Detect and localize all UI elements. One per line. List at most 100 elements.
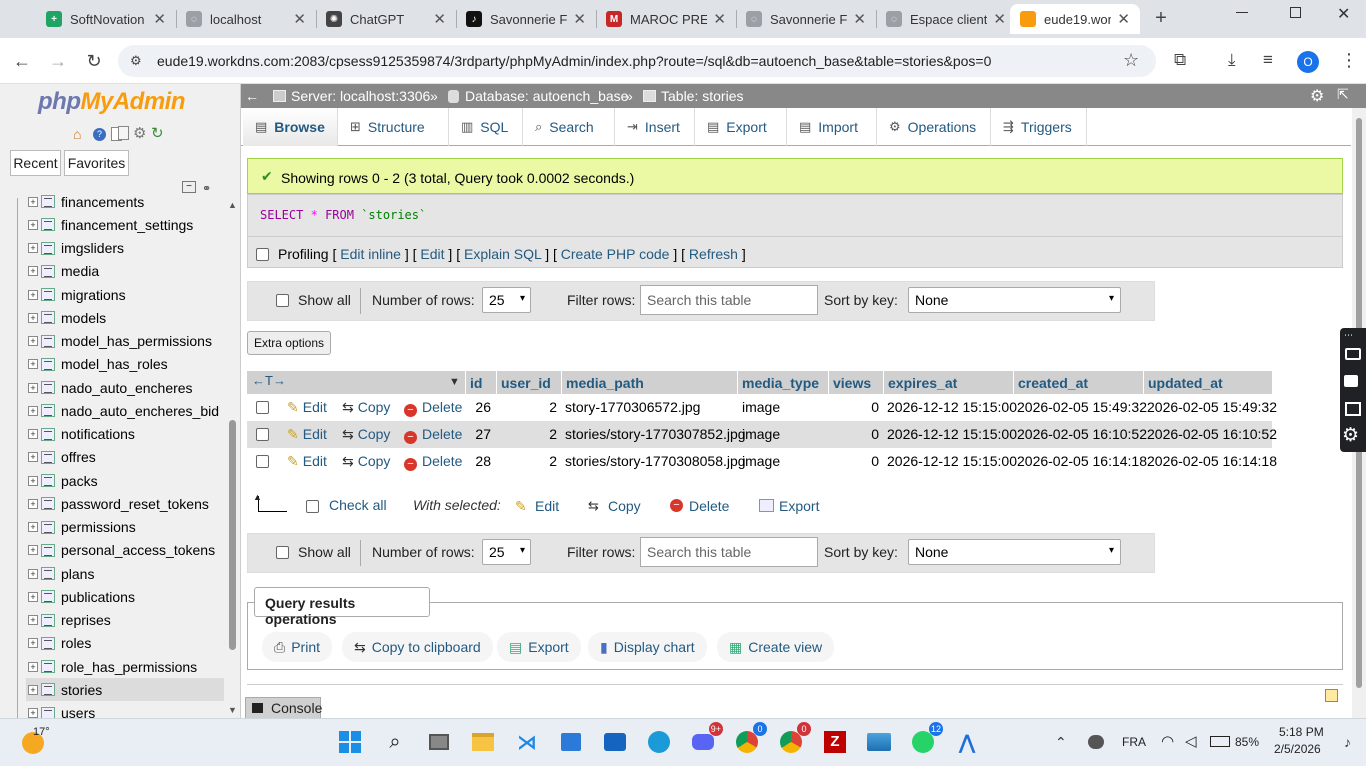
expand-icon[interactable]: + [28, 266, 38, 277]
row-checkbox[interactable] [256, 401, 269, 414]
table-name[interactable]: permissions [61, 519, 136, 535]
show-all-label[interactable]: Show all [298, 544, 351, 560]
scroll-up-arrow[interactable]: ▲ [228, 200, 237, 210]
filter-rows-input[interactable]: Search this table [640, 285, 818, 315]
phpmyadmin-logo[interactable]: phpMyAdmin [38, 88, 185, 116]
copy-icon[interactable] [118, 126, 129, 140]
app-icon[interactable]: ⋀ [950, 725, 984, 759]
cell-media-type[interactable]: image [742, 448, 780, 475]
download-icon[interactable]: ⤓ [1228, 50, 1236, 70]
browser-menu-icon[interactable]: ⋮ [1340, 50, 1358, 71]
clock-date[interactable]: 2/5/2026 [1274, 742, 1321, 756]
home-icon[interactable]: ⌂ [73, 126, 81, 142]
settings-icon[interactable]: ⚙ [133, 124, 146, 142]
close-tab-icon[interactable]: ✕ [573, 10, 586, 28]
filter-rows-input[interactable]: Search this table [640, 537, 818, 567]
explain-sql-link[interactable]: Explain SQL [464, 246, 541, 262]
breadcrumb-table[interactable]: Table: stories [661, 88, 743, 104]
settings-icon[interactable]: ⚙ [1342, 424, 1359, 447]
new-tab-button[interactable]: + [1150, 7, 1172, 29]
table-name[interactable]: stories [61, 682, 102, 698]
expand-icon[interactable]: + [28, 196, 38, 207]
table-tree-item[interactable]: + models [28, 306, 106, 329]
table-tree-item[interactable]: + model_has_permissions [28, 330, 212, 353]
input-language[interactable]: FRA [1122, 735, 1146, 749]
expand-icon[interactable]: + [28, 243, 38, 253]
search-icon[interactable]: ⌕ [378, 725, 412, 759]
close-tab-icon[interactable]: ✕ [153, 10, 166, 28]
refresh-link[interactable]: Refresh [689, 246, 738, 262]
row-edit-button[interactable]: ✎ Edit [287, 421, 327, 448]
close-tab-icon[interactable]: ✕ [1117, 10, 1130, 28]
sort-dropdown-icon[interactable]: ▼ [449, 376, 460, 388]
sort-by-key-select[interactable]: None ▾ [908, 287, 1121, 313]
extensions-icon[interactable]: ⧉ [1174, 50, 1186, 70]
table-name[interactable]: migrations [61, 287, 126, 303]
close-tab-icon[interactable]: ✕ [853, 10, 866, 28]
bulk-edit-button[interactable]: Edit [535, 498, 559, 514]
check-all-label[interactable]: Check all [329, 497, 387, 513]
cell-created-at[interactable]: 2026-02-05 15:49:32 [1017, 394, 1147, 421]
table-tree-item[interactable]: + financement_settings [28, 213, 193, 236]
table-name[interactable]: media [61, 263, 99, 279]
table-name[interactable]: financements [61, 194, 144, 210]
tab-triggers[interactable]: ⇶ Triggers [991, 108, 1087, 146]
expand-icon[interactable]: + [28, 289, 38, 300]
expand-icon[interactable]: + [28, 708, 38, 718]
favorites-tab[interactable]: Favorites [64, 150, 129, 176]
help-icon[interactable]: ? [93, 128, 106, 141]
tab-export[interactable]: ▤ Export [695, 108, 787, 146]
collapse-all-icon[interactable]: − [182, 181, 196, 193]
create-view-button[interactable]: ▦ Create view [717, 632, 835, 662]
url-text[interactable]: eude19.workdns.com:2083/cpsess9125359874… [157, 53, 991, 69]
expand-icon[interactable]: + [28, 359, 38, 370]
cell-id[interactable]: 27 [431, 421, 491, 448]
copy-to-clipboard-button[interactable]: ⇆ Copy to clipboard [342, 632, 493, 662]
row-copy-button[interactable]: ⇆ Copy [342, 448, 390, 475]
recent-tab[interactable]: Recent [10, 150, 61, 176]
row-copy-button[interactable]: ⇆ Copy [342, 394, 390, 421]
browser-tab[interactable]: + SoftNovation ✕ [36, 4, 176, 34]
cell-updated-at[interactable]: 2026-02-05 16:14:18 [1147, 448, 1277, 475]
media-control-icon[interactable]: ≡ [1263, 50, 1273, 70]
vscode-icon[interactable]: ⋊ [510, 725, 544, 759]
gear-icon[interactable]: ⚙ [1310, 86, 1324, 106]
column-header-created-at[interactable]: created_at [1013, 371, 1143, 395]
tab-operations[interactable]: ⚙ Operations [877, 108, 991, 146]
row-checkbox[interactable] [256, 455, 269, 468]
table-tree-item[interactable]: + financements [28, 190, 144, 213]
browser-tab[interactable]: ◌ Espace client ✕ [876, 4, 1016, 34]
expand-icon[interactable]: + [28, 638, 38, 649]
table-tree-item[interactable]: + reprises [28, 609, 111, 632]
row-edit-button[interactable]: ✎ Edit [287, 394, 327, 421]
bulk-copy-button[interactable]: Copy [608, 498, 641, 514]
close-tab-icon[interactable]: ✕ [433, 10, 446, 28]
table-tree-item[interactable]: + publications [28, 585, 135, 608]
table-name[interactable]: model_has_roles [61, 356, 168, 372]
cell-created-at[interactable]: 2026-02-05 16:10:52 [1017, 421, 1147, 448]
expand-icon[interactable]: + [28, 429, 38, 439]
row-edit-button[interactable]: ✎ Edit [287, 448, 327, 475]
cell-media-path[interactable]: story-1770306572.jpg [565, 394, 700, 421]
video-icon[interactable] [1344, 375, 1358, 387]
create-php-code-link[interactable]: Create PHP code [561, 246, 670, 262]
table-tree-item[interactable]: + migrations [28, 283, 126, 306]
minimize-button[interactable] [1236, 12, 1248, 13]
sql-query[interactable]: SELECT * FROM `stories` [260, 208, 426, 222]
row-copy-button[interactable]: ⇆ Copy [342, 421, 390, 448]
cell-views[interactable]: 0 [819, 394, 879, 421]
chrome-profile-icon[interactable]: 0 [774, 722, 811, 759]
table-tree-item[interactable]: + notifications [28, 423, 135, 446]
table-name[interactable]: password_reset_tokens [61, 496, 209, 512]
profile-avatar[interactable]: O [1297, 51, 1319, 73]
tray-app-icon[interactable] [1088, 735, 1104, 749]
profiling-checkbox[interactable] [256, 248, 269, 261]
expand-icon[interactable]: + [28, 405, 38, 416]
table-name[interactable]: role_has_permissions [61, 659, 197, 675]
check-all-checkbox[interactable] [306, 500, 319, 513]
expand-icon[interactable]: + [28, 336, 38, 346]
expand-icon[interactable]: + [28, 475, 38, 486]
expand-icon[interactable]: + [28, 684, 38, 695]
extra-options-button[interactable]: Extra options [247, 331, 331, 355]
expand-icon[interactable]: + [28, 219, 38, 230]
